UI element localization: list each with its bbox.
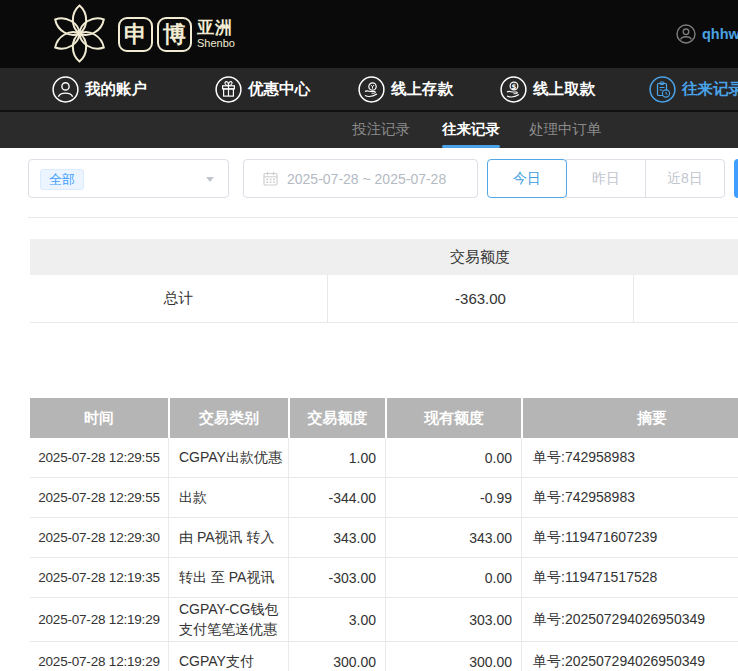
col-header-amount: 交易额度 <box>288 398 385 438</box>
tab-betting-records[interactable]: 投注记录 <box>352 112 410 148</box>
calendar-icon <box>263 171 278 186</box>
gift-icon <box>215 76 242 103</box>
yesterday-button[interactable]: 昨日 <box>566 159 646 198</box>
col-header-balance: 现有额度 <box>385 398 521 438</box>
table-cell: CGPAY出款优惠 <box>168 438 288 477</box>
transactions-table: 时间 交易类别 交易额度 现有额度 摘要 2025-07-28 12:29:55… <box>30 398 738 671</box>
table-cell: 0.00 <box>385 558 521 597</box>
withdraw-icon: $ <box>500 76 527 103</box>
table-cell: 单号:742958983 <box>521 438 738 477</box>
table-cell: -344.00 <box>288 478 385 517</box>
table-cell: 出款 <box>168 478 288 517</box>
user-icon <box>52 76 79 103</box>
flower-logo-icon <box>48 2 111 65</box>
username[interactable]: qhhw <box>702 26 738 42</box>
summary-amount-header: 交易额度 <box>327 248 633 267</box>
table-cell: -303.00 <box>288 558 385 597</box>
deposit-icon <box>358 76 385 103</box>
avatar-icon <box>676 24 696 44</box>
table-cell: 2025-07-28 12:29:55 <box>30 478 168 517</box>
table-row: 2025-07-28 12:19:29CGPAY-CG钱包支付笔笔送优惠3.00… <box>30 598 738 642</box>
table-row: 2025-07-28 12:29:30由 PA视讯 转入343.00343.00… <box>30 518 738 558</box>
nav-item-records[interactable]: 往来记录 <box>649 68 738 110</box>
table-row: 2025-07-28 12:19:35转出 至 PA视讯-303.000.00单… <box>30 558 738 598</box>
table-header-row: 时间 交易类别 交易额度 现有额度 摘要 <box>30 398 738 438</box>
table-cell: 2025-07-28 12:29:30 <box>30 518 168 557</box>
table-cell: 单号:119471607239 <box>521 518 738 557</box>
table-cell: 343.00 <box>385 518 521 557</box>
table-cell: 2025-07-28 12:19:29 <box>30 598 168 641</box>
brand-logo[interactable]: 申 博 亚洲 Shenbo <box>48 0 235 65</box>
brand-char-1: 申 <box>118 17 153 52</box>
table-cell: 343.00 <box>288 518 385 557</box>
type-filter-select[interactable]: 全部 <box>28 159 229 198</box>
table-cell: 300.00 <box>385 642 521 671</box>
tab-processing-orders[interactable]: 处理中订单 <box>529 112 602 148</box>
table-cell: 2025-07-28 12:19:29 <box>30 642 168 671</box>
table-cell: 转出 至 PA视讯 <box>168 558 288 597</box>
nav-item-withdraw[interactable]: $ 线上取款 <box>500 68 595 110</box>
search-button[interactable] <box>734 159 738 198</box>
table-cell: CGPAY支付 <box>168 642 288 671</box>
summary-total-label: 总计 <box>30 289 327 308</box>
summary-table: 交易额度 总计 -363.00 <box>30 239 738 323</box>
date-range-input[interactable]: 2025-07-28 ~ 2025-07-28 <box>243 159 478 198</box>
table-row: 2025-07-28 12:29:55CGPAY出款优惠1.000.00单号:7… <box>30 438 738 478</box>
svg-text:$: $ <box>512 82 517 90</box>
nav-item-promotions[interactable]: 优惠中心 <box>215 68 310 110</box>
top-bar: 申 博 亚洲 Shenbo qhhw <box>0 0 738 68</box>
nav-item-my-account[interactable]: 我的账户 <box>52 68 147 110</box>
col-header-memo: 摘要 <box>521 398 738 438</box>
summary-total-value: -363.00 <box>327 275 633 323</box>
today-button[interactable]: 今日 <box>487 159 567 198</box>
col-header-type: 交易类别 <box>168 398 288 438</box>
main-nav: 我的账户 优惠中心 线上存款 $ 线上取款 <box>0 68 738 110</box>
table-cell: 3.00 <box>288 598 385 641</box>
divider <box>28 217 738 218</box>
brand-char-2: 博 <box>157 17 192 52</box>
col-header-time: 时间 <box>30 398 168 438</box>
table-cell: 单号:202507294026950349 <box>521 598 738 641</box>
type-filter-chip[interactable]: 全部 <box>40 169 84 190</box>
table-cell: 单号:202507294026950349 <box>521 642 738 671</box>
summary-header-row: 交易额度 <box>30 239 738 275</box>
table-cell: 2025-07-28 12:19:35 <box>30 558 168 597</box>
summary-total-row: 总计 -363.00 <box>30 275 738 323</box>
records-icon <box>649 76 676 103</box>
tab-transaction-records[interactable]: 往来记录 <box>442 112 500 148</box>
sub-nav: 投注记录 往来记录 处理中订单 <box>0 110 738 148</box>
table-row: 2025-07-28 12:19:29CGPAY支付300.00300.00单号… <box>30 642 738 671</box>
table-cell: 300.00 <box>288 642 385 671</box>
table-cell: 单号:742958983 <box>521 478 738 517</box>
table-cell: 0.00 <box>385 438 521 477</box>
table-cell: 303.00 <box>385 598 521 641</box>
table-cell: 1.00 <box>288 438 385 477</box>
table-cell: CGPAY-CG钱包支付笔笔送优惠 <box>168 598 288 641</box>
brand-region: 亚洲 <box>197 19 235 36</box>
table-cell: -0.99 <box>385 478 521 517</box>
date-range-value[interactable]: 2025-07-28 ~ 2025-07-28 <box>287 171 446 187</box>
user-account[interactable]: qhhw <box>676 24 738 44</box>
table-cell: 由 PA视讯 转入 <box>168 518 288 557</box>
chevron-down-icon <box>206 177 214 182</box>
quick-date-buttons: 今日 昨日 近8日 <box>487 159 725 198</box>
table-cell: 单号:119471517528 <box>521 558 738 597</box>
table-row: 2025-07-28 12:29:55出款-344.00-0.99单号:7429… <box>30 478 738 518</box>
nav-item-deposit[interactable]: 线上存款 <box>358 68 453 110</box>
content: 全部 2025-07-28 ~ 2025-07-28 今日 昨日 近8日 交易额… <box>0 148 738 671</box>
last-8-days-button[interactable]: 近8日 <box>645 159 725 198</box>
brand-region-en: Shenbo <box>197 38 235 49</box>
table-cell: 2025-07-28 12:29:55 <box>30 438 168 477</box>
